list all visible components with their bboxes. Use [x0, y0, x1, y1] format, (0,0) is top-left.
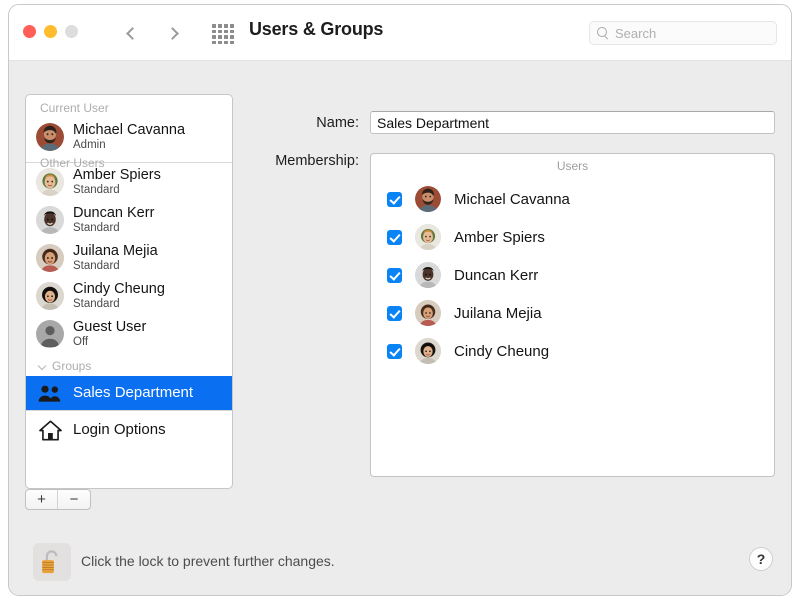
avatar: [415, 338, 441, 364]
close-button[interactable]: [23, 25, 36, 38]
footer-bar: Click the lock to prevent further change…: [9, 529, 791, 595]
user-name: Guest User: [73, 319, 147, 336]
user-name: Juilana Mejia: [73, 243, 158, 260]
name-field-row: Name:: [249, 111, 775, 134]
user-role: Standard: [73, 259, 120, 272]
sidebar-item-sales-department[interactable]: Sales Department: [26, 376, 232, 410]
avatar: [36, 123, 64, 151]
group-name-input[interactable]: [370, 111, 775, 134]
user-role: Standard: [73, 183, 120, 196]
grid-apps-icon[interactable]: [212, 24, 234, 44]
avatar: [415, 300, 441, 326]
login-options-label: Login Options: [73, 420, 166, 438]
minimize-button[interactable]: [44, 25, 57, 38]
traffic-lights: [23, 25, 78, 38]
sidebar-item-duncan-kerr[interactable]: Duncan Kerr Standard: [26, 201, 232, 239]
user-role: Off: [73, 335, 89, 348]
remove-user-button[interactable]: −: [58, 490, 90, 509]
lock-button[interactable]: [33, 543, 71, 581]
membership-label: Membership:: [275, 153, 359, 169]
table-row[interactable]: Cindy Cheung: [371, 332, 774, 370]
membership-list[interactable]: Users Michael Cavanna Amber Spiers Dunca…: [370, 153, 775, 477]
lock-status-text: Click the lock to prevent further change…: [81, 553, 335, 569]
sidebar-item-login-options[interactable]: Login Options: [26, 411, 232, 449]
forward-button[interactable]: [159, 20, 185, 46]
member-checkbox[interactable]: [387, 229, 402, 245]
member-checkbox[interactable]: [387, 191, 402, 207]
member-checkbox[interactable]: [387, 267, 402, 283]
avatar: [36, 168, 64, 196]
sidebar-item-text: Login Options: [73, 420, 166, 439]
avatar: [415, 224, 441, 250]
user-name: Duncan Kerr: [73, 205, 155, 222]
user-role: Standard: [73, 297, 120, 310]
member-name: Juilana Mejia: [454, 304, 542, 322]
two-people-icon: [36, 379, 64, 407]
section-label: Current User: [40, 101, 109, 115]
padlock-open-icon: [42, 550, 58, 574]
avatar: [36, 244, 64, 272]
generic-person-icon: [36, 320, 64, 348]
sidebar-item-juilana-mejia[interactable]: Juilana Mejia Standard: [26, 239, 232, 277]
zoom-button: [65, 25, 78, 38]
preferences-window: Users & Groups Current User: [8, 4, 792, 596]
user-name: Cindy Cheung: [73, 281, 165, 298]
table-row[interactable]: Juilana Mejia: [371, 294, 774, 332]
chevron-right-icon: [165, 26, 179, 40]
avatar: [415, 262, 441, 288]
add-user-button[interactable]: +: [26, 490, 58, 509]
user-role: Standard: [73, 221, 120, 234]
accounts-sidebar[interactable]: Current User Michael Cavanna Admin Other…: [25, 94, 233, 489]
member-checkbox[interactable]: [387, 343, 402, 359]
section-header-current-user: Current User: [26, 95, 232, 118]
page-title: Users & Groups: [249, 19, 384, 39]
sidebar-item-cindy-cheung[interactable]: Cindy Cheung Standard: [26, 277, 232, 315]
chevron-down-icon[interactable]: [39, 362, 47, 370]
content-area: Current User Michael Cavanna Admin Other…: [9, 61, 791, 531]
section-header-groups[interactable]: Groups: [26, 353, 232, 376]
membership-column-header: Users: [556, 159, 589, 173]
membership-row: Membership: Users Michael Cavanna Amber …: [249, 153, 775, 477]
member-name: Duncan Kerr: [454, 266, 539, 284]
section-label: Groups: [52, 359, 92, 373]
sidebar-item-text: Cindy Cheung Standard: [73, 281, 165, 310]
detail-pane: Name: Membership: Users: [249, 61, 775, 501]
member-name: Cindy Cheung: [454, 342, 550, 360]
help-button[interactable]: ?: [749, 547, 773, 571]
avatar: [415, 186, 441, 212]
sidebar-item-text: Sales Department: [73, 383, 194, 402]
sidebar-item-guest-user[interactable]: Guest User Off: [26, 315, 232, 353]
name-label: Name:: [316, 114, 359, 131]
group-name: Sales Department: [73, 383, 194, 401]
avatar: [36, 206, 64, 234]
back-button[interactable]: [119, 20, 145, 46]
table-row[interactable]: Michael Cavanna: [371, 180, 774, 218]
avatar: [36, 282, 64, 310]
sidebar-item-text: Michael Cavanna Admin: [73, 122, 185, 151]
sidebar-item-text: Duncan Kerr Standard: [73, 205, 154, 234]
search-field[interactable]: [589, 21, 777, 45]
sidebar-item-text: Juilana Mejia Standard: [73, 243, 158, 272]
search-icon: [597, 27, 609, 39]
chevron-left-icon: [125, 26, 139, 40]
table-row[interactable]: Amber Spiers: [371, 218, 774, 256]
user-name: Michael Cavanna: [73, 122, 186, 139]
search-input[interactable]: [615, 25, 765, 41]
sidebar-item-text: Guest User Off: [73, 319, 146, 348]
house-icon: [36, 416, 64, 444]
add-remove-segmented-control[interactable]: + −: [25, 489, 91, 510]
member-name: Amber Spiers: [454, 228, 545, 246]
member-checkbox[interactable]: [387, 305, 402, 321]
member-name: Michael Cavanna: [454, 190, 570, 208]
table-row[interactable]: Duncan Kerr: [371, 256, 774, 294]
titlebar: Users & Groups: [9, 5, 791, 61]
